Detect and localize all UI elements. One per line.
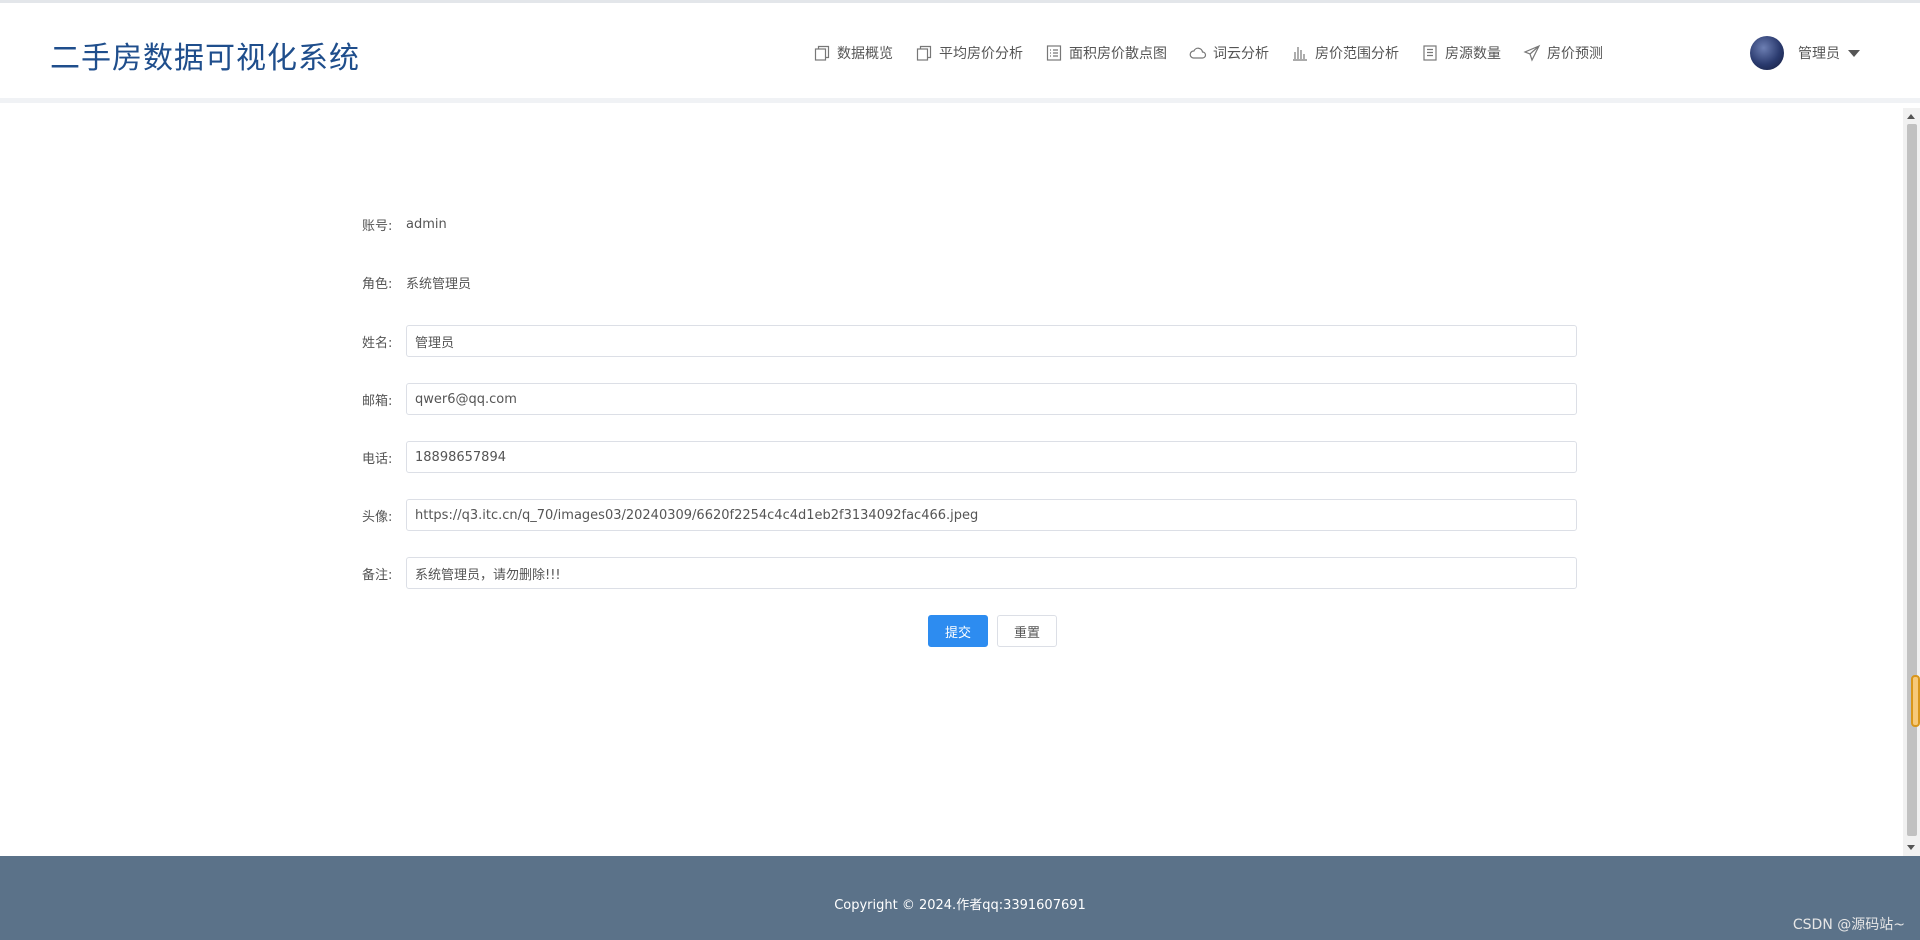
scroll-down-arrow-icon[interactable] [1907, 845, 1915, 850]
nav-label: 词云分析 [1213, 46, 1269, 62]
email-row: 邮箱: [362, 382, 1577, 416]
caret-down-icon[interactable] [1848, 49, 1860, 57]
nav-item-wordcloud[interactable]: 词云分析 [1189, 41, 1269, 65]
name-input[interactable] [406, 325, 1577, 357]
site-title[interactable]: 二手房数据可视化系统 [50, 33, 360, 77]
email-input[interactable] [406, 383, 1577, 415]
document-icon [1421, 44, 1439, 62]
scroll-thumb[interactable] [1907, 124, 1917, 836]
reset-button[interactable]: 重置 [997, 615, 1057, 647]
scroll-up-arrow-icon[interactable] [1907, 114, 1915, 119]
nav-label: 数据概览 [837, 46, 893, 62]
form-actions: 提交 重置 [928, 615, 1057, 647]
user-menu[interactable]: 管理员 [1750, 36, 1860, 70]
footer: Copyright © 2024.作者qq:3391607691 CSDN @源… [0, 856, 1920, 940]
cloud-icon [1189, 44, 1207, 62]
name-label: 姓名: [362, 335, 393, 351]
copyright-text: Copyright © 2024.作者qq:3391607691 [834, 898, 1086, 913]
main-nav: 数据概览 平均房价分析 面积房价散点图 词云分析 房价范围分析 房源数量 房价预… [813, 41, 1603, 65]
account-row: 账号: admin [362, 207, 1577, 241]
user-name[interactable]: 管理员 [1798, 43, 1840, 63]
watermark-text: CSDN @源码站~ [1792, 917, 1905, 933]
account-value: admin [406, 216, 447, 232]
bar-chart-icon [1291, 44, 1309, 62]
email-label: 邮箱: [362, 393, 393, 409]
header: 二手房数据可视化系统 数据概览 平均房价分析 面积房价散点图 词云分析 房价范围… [0, 3, 1920, 103]
avatar-row: 头像: [362, 498, 1577, 532]
send-icon [1523, 44, 1541, 62]
remark-input[interactable] [406, 557, 1577, 589]
nav-label: 房价范围分析 [1315, 46, 1399, 62]
scroll-handle[interactable] [1911, 675, 1920, 727]
phone-input[interactable] [406, 441, 1577, 473]
avatar-input[interactable] [406, 499, 1577, 531]
phone-label: 电话: [362, 451, 393, 467]
account-label: 账号: [362, 218, 393, 234]
avatar[interactable] [1750, 36, 1784, 70]
role-value: 系统管理员 [406, 276, 472, 292]
name-row: 姓名: [362, 324, 1577, 358]
nav-item-listing-count[interactable]: 房源数量 [1421, 41, 1501, 65]
nav-item-scatter[interactable]: 面积房价散点图 [1045, 41, 1167, 65]
nav-label: 面积房价散点图 [1069, 46, 1167, 62]
role-label: 角色: [362, 276, 393, 292]
role-row: 角色: 系统管理员 [362, 265, 1577, 299]
nav-item-avg-price[interactable]: 平均房价分析 [915, 41, 1023, 65]
remark-row: 备注: [362, 556, 1577, 590]
nav-label: 房价预测 [1547, 46, 1603, 62]
nav-item-overview[interactable]: 数据概览 [813, 41, 893, 65]
submit-button[interactable]: 提交 [928, 615, 988, 647]
nav-label: 平均房价分析 [939, 46, 1023, 62]
copy-icon [813, 44, 831, 62]
remark-label: 备注: [362, 567, 393, 583]
copy-icon [915, 44, 933, 62]
nav-item-price-range[interactable]: 房价范围分析 [1291, 41, 1399, 65]
scrollbar[interactable] [1903, 108, 1920, 856]
phone-row: 电话: [362, 440, 1577, 474]
nav-label: 房源数量 [1445, 46, 1501, 62]
nav-item-price-forecast[interactable]: 房价预测 [1523, 41, 1603, 65]
avatar-label: 头像: [362, 509, 393, 525]
list-icon [1045, 44, 1063, 62]
